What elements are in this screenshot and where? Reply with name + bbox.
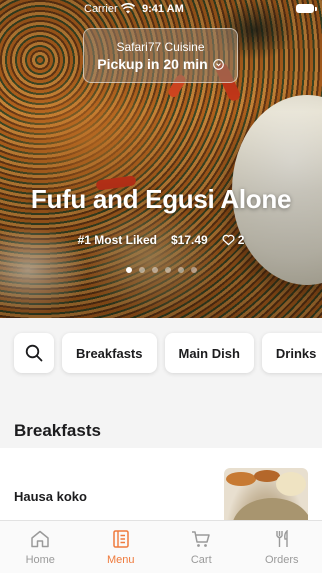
tab-menu[interactable]: Menu xyxy=(81,521,162,573)
tab-orders[interactable]: Orders xyxy=(242,521,322,573)
home-icon xyxy=(30,530,50,548)
tab-label: Orders xyxy=(265,554,299,566)
status-bar: Carrier 9:41 AM xyxy=(0,0,322,18)
heart-icon xyxy=(222,234,235,246)
clock: 9:41 AM xyxy=(142,3,184,15)
battery-icon xyxy=(296,4,314,13)
pickup-time-label: Pickup in 20 min xyxy=(97,56,207,72)
carousel-dot[interactable] xyxy=(165,267,171,273)
like-count: 2 xyxy=(238,233,245,247)
tab-label: Home xyxy=(26,554,55,566)
tab-bar: Home Menu Cart Orders xyxy=(0,520,322,573)
section-title: Breakfasts xyxy=(14,421,101,441)
menu-item-name: Hausa koko xyxy=(14,489,87,504)
category-drinks[interactable]: Drinks xyxy=(262,333,322,373)
tab-home[interactable]: Home xyxy=(0,521,81,573)
pickup-selector[interactable]: Safari77 Cuisine Pickup in 20 min xyxy=(83,28,238,83)
tab-label: Menu xyxy=(107,554,135,566)
popularity-badge: #1 Most Liked xyxy=(78,233,157,247)
featured-dish-title: Fufu and Egusi Alone xyxy=(0,184,322,215)
category-breakfasts[interactable]: Breakfasts xyxy=(62,333,157,373)
cart-icon xyxy=(191,530,211,548)
carousel-dot[interactable] xyxy=(191,267,197,273)
featured-dish-banner[interactable]: Carrier 9:41 AM Safari77 Cuisine Pickup … xyxy=(0,0,322,318)
restaurant-name: Safari77 Cuisine xyxy=(84,40,237,54)
price: $17.49 xyxy=(171,233,208,247)
tab-label: Cart xyxy=(191,554,212,566)
category-bar: Breakfasts Main Dish Drinks xyxy=(14,333,322,373)
featured-dish-meta: #1 Most Liked $17.49 2 xyxy=(0,233,322,247)
fork-knife-icon xyxy=(272,530,292,548)
carousel-dot[interactable] xyxy=(126,267,132,273)
carousel-dot[interactable] xyxy=(178,267,184,273)
menu-book-icon xyxy=(111,530,131,548)
pickup-time: Pickup in 20 min xyxy=(97,56,223,72)
tab-cart[interactable]: Cart xyxy=(161,521,242,573)
chevron-down-icon xyxy=(213,59,224,70)
carousel-dot[interactable] xyxy=(152,267,158,273)
search-icon xyxy=(25,344,43,362)
search-button[interactable] xyxy=(14,333,54,373)
carousel-indicator[interactable] xyxy=(0,267,322,273)
category-main-dish[interactable]: Main Dish xyxy=(165,333,254,373)
like-button[interactable]: 2 xyxy=(222,233,245,247)
wifi-icon xyxy=(121,3,135,14)
carrier-label: Carrier xyxy=(84,3,118,15)
carousel-dot[interactable] xyxy=(139,267,145,273)
